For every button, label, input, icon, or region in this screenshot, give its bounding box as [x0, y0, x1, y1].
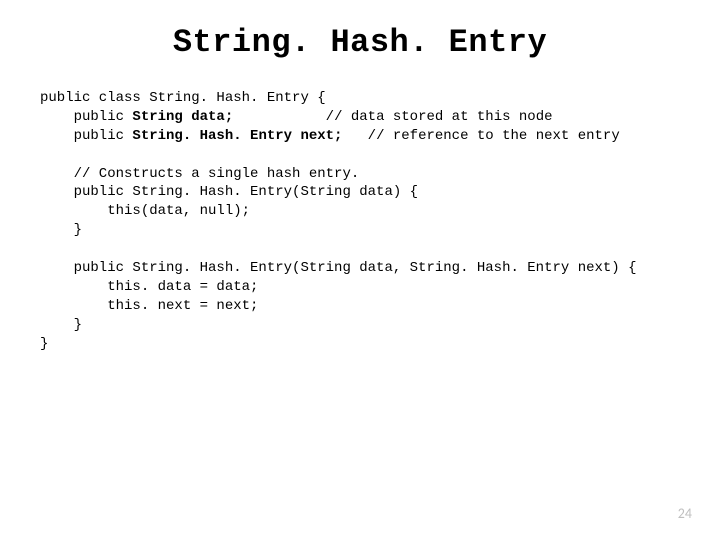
code-line: // Constructs a single hash entry.	[40, 166, 359, 182]
code-line: }	[40, 336, 48, 352]
code-bold: String. Hash. Entry next;	[132, 128, 342, 144]
code-comment: // data stored at this node	[233, 109, 552, 125]
slide: String. Hash. Entry public class String.…	[0, 0, 720, 540]
code-line-part: public	[40, 128, 132, 144]
code-line: public class String. Hash. Entry {	[40, 90, 326, 106]
code-line: }	[40, 222, 82, 238]
code-bold: String data;	[132, 109, 233, 125]
code-line: this(data, null);	[40, 203, 250, 219]
page-number: 24	[678, 505, 692, 522]
code-line-part: public	[40, 109, 132, 125]
code-comment: // reference to the next entry	[342, 128, 619, 144]
code-line: this. next = next;	[40, 298, 258, 314]
code-line: public String. Hash. Entry(String data) …	[40, 184, 418, 200]
code-line: this. data = data;	[40, 279, 258, 295]
code-line: }	[40, 317, 82, 333]
slide-title: String. Hash. Entry	[40, 24, 680, 61]
code-line: public String. Hash. Entry(String data, …	[40, 260, 637, 276]
code-block: public class String. Hash. Entry { publi…	[40, 89, 680, 353]
